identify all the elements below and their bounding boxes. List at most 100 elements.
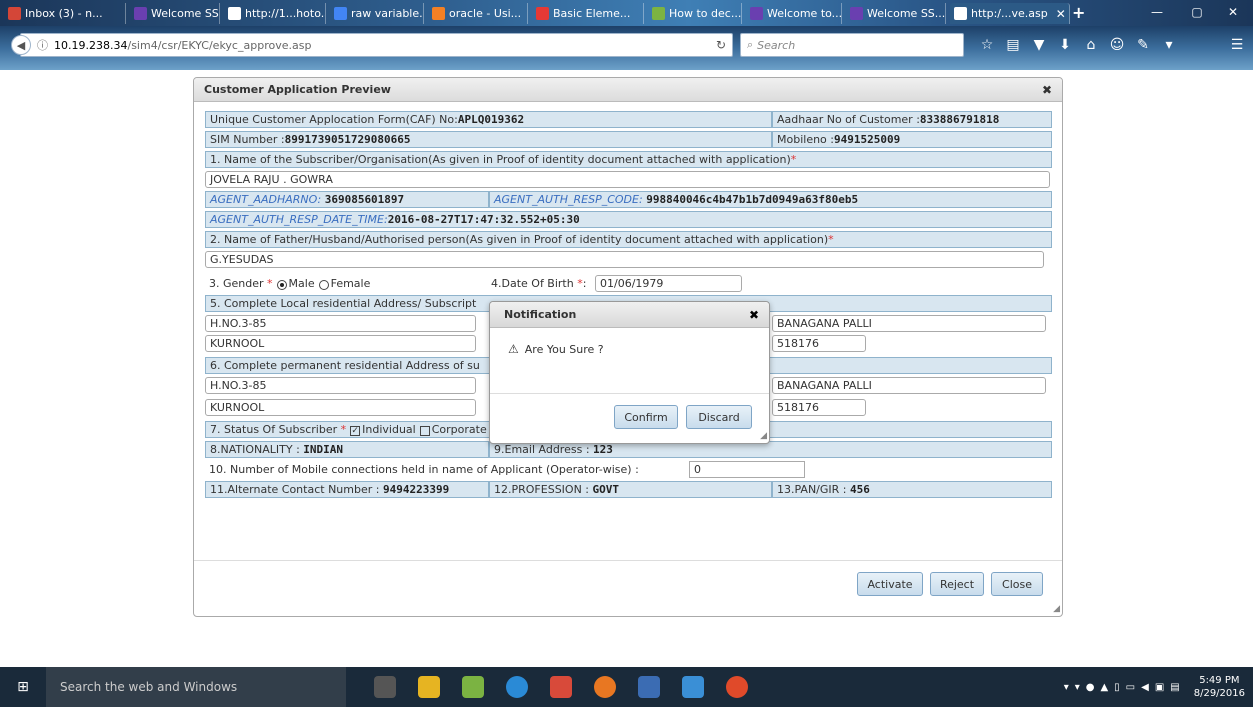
browser-tab[interactable]: Inbox (3) - n... [4, 3, 126, 24]
menu-icon[interactable]: ☰ [1228, 36, 1246, 54]
close-tab-icon[interactable]: ✕ [1056, 7, 1066, 21]
maximize-button[interactable]: ▢ [1180, 0, 1214, 24]
app-icon-5[interactable] [726, 676, 748, 698]
home-icon[interactable]: ⌂ [1082, 36, 1100, 54]
search-placeholder: Search [757, 38, 796, 52]
new-tab-button[interactable]: + [1072, 3, 1085, 22]
local-district-field[interactable]: KURNOOL [205, 335, 476, 352]
sim-value: 8991739051729080665 [284, 133, 411, 146]
browser-tab[interactable]: Welcome SS... [846, 3, 946, 24]
minimize-button[interactable]: — [1140, 0, 1174, 24]
discard-button[interactable]: Discard [686, 405, 752, 429]
browser-tab[interactable]: How to dec... [648, 3, 742, 24]
alt-label: 11.Alternate Contact Number : [210, 483, 380, 496]
activate-button[interactable]: Activate [857, 572, 923, 596]
browser-tab-strip: Inbox (3) - n... Welcome SS... http://1...… [0, 0, 1253, 26]
dialog-button-bar: Activate Reject Close ◢ [194, 560, 1062, 616]
local-city-field[interactable]: BANAGANA PALLI [772, 315, 1046, 332]
browser-tab[interactable]: http://1...hoto.asp [224, 3, 326, 24]
browser-tab[interactable]: Basic Eleme... [532, 3, 644, 24]
app-icon-3[interactable] [550, 676, 572, 698]
tab-label: http://1...hoto.asp [245, 7, 325, 20]
tray-icons[interactable]: ▾▾●▲▯▭◀▣▤ [1064, 682, 1186, 693]
app-icon-4[interactable] [682, 676, 704, 698]
gender-male-radio[interactable] [276, 279, 287, 290]
extension-icon[interactable]: ✎ [1134, 36, 1152, 54]
nationality-cell: 8.NATIONALITY : INDIAN [205, 441, 489, 458]
reject-button[interactable]: Reject [930, 572, 984, 596]
dialog-title: Customer Application Preview [194, 78, 1062, 102]
alt-value: 9494223399 [382, 483, 450, 496]
app-icon-1[interactable] [462, 676, 484, 698]
agent-resp-dt-value: 2016-08-27T17:47:32.552+05:30 [387, 213, 580, 226]
browser-tab[interactable]: http:/...ve.asp ✕ [950, 3, 1070, 24]
notification-close-icon[interactable]: ✖ [749, 308, 759, 322]
individual-checkbox[interactable]: ✓ [350, 425, 361, 436]
tab-favicon-icon [134, 7, 147, 20]
father-name-field[interactable]: G.YESUDAS [205, 251, 1044, 268]
warning-icon: ⚠ [508, 342, 519, 356]
taskbar-search-box[interactable]: Search the web and Windows [46, 667, 346, 707]
q5-label: 5. Complete Local residential Address/ S… [210, 297, 477, 310]
url-bar[interactable]: ◀ ⓘ 10.19.238.34/sim4/csr/EKYC/ekyc_appr… [11, 33, 733, 57]
clock[interactable]: 5:49 PM 8/29/2016 [1194, 674, 1245, 700]
corporate-label: Corporate [431, 423, 487, 436]
gender-label: 3. Gender [209, 277, 264, 290]
required-marker: * [340, 423, 347, 436]
q1-label: 1. Name of the Subscriber/Organisation(A… [210, 153, 791, 166]
required-marker: * [790, 153, 797, 166]
bookmark-star-icon[interactable]: ☆ [978, 36, 996, 54]
email-label: 9.Email Address : [494, 443, 590, 456]
local-pin-field[interactable]: 518176 [772, 335, 866, 352]
smiley-icon[interactable]: ☺ [1108, 36, 1126, 54]
dob-field[interactable]: 01/06/1979 [595, 275, 742, 292]
info-icon[interactable]: ⓘ [37, 37, 48, 53]
browser-tab[interactable]: Welcome SS... [130, 3, 220, 24]
search-input[interactable]: ⌕ Search [740, 33, 964, 57]
tab-label: http:/...ve.asp [971, 7, 1048, 20]
browser-tab[interactable]: raw variable... [330, 3, 424, 24]
permanent-district-field[interactable]: KURNOOL [205, 399, 476, 416]
mobile-connections-field[interactable]: 0 [689, 461, 805, 478]
dialog-close-icon[interactable]: ✖ [1042, 83, 1052, 97]
agent-resp-datetime-cell: AGENT_AUTH_RESP_DATE_TIME: 2016-08-27T17:… [205, 211, 1052, 228]
task-view-icon[interactable] [374, 676, 396, 698]
required-marker: * [828, 233, 834, 246]
father-name-heading: 2. Name of Father/Husband/Authorised per… [205, 231, 1052, 248]
subscriber-name-field[interactable]: JOVELA RAJU . GOWRA [205, 171, 1050, 188]
word-icon[interactable] [638, 676, 660, 698]
windows-start-icon[interactable]: ⊞ [0, 667, 46, 707]
permanent-city-field[interactable]: BANAGANA PALLI [772, 377, 1046, 394]
required-marker: * [577, 277, 583, 290]
sim-label: SIM Number : [210, 133, 285, 146]
gender-female-radio[interactable] [318, 279, 329, 290]
back-arrow-icon[interactable]: ◀ [11, 35, 31, 55]
reload-icon[interactable]: ↻ [716, 38, 726, 52]
confirm-button[interactable]: Confirm [614, 405, 678, 429]
resize-handle-icon[interactable]: ◢ [1053, 604, 1060, 614]
firefox-icon[interactable] [594, 676, 616, 698]
pan-value: 456 [850, 483, 870, 496]
permanent-address-line1-field[interactable]: H.NO.3-85 [205, 377, 476, 394]
tab-label: raw variable... [351, 7, 424, 20]
prof-value: GOVT [592, 483, 620, 496]
reading-list-icon[interactable]: ▤ [1004, 36, 1022, 54]
caf-number-cell: Unique Customer Applocation Form(CAF) No… [205, 111, 772, 128]
browser-tab[interactable]: Welcome to... [746, 3, 842, 24]
local-address-line1-field[interactable]: H.NO.3-85 [205, 315, 476, 332]
close-window-button[interactable]: ✕ [1216, 0, 1250, 24]
nationality-value: INDIAN [303, 443, 344, 456]
file-explorer-icon[interactable] [418, 676, 440, 698]
dropdown-chevron-icon[interactable]: ▾ [1160, 36, 1178, 54]
agent-aadhar-label: AGENT_AADHARNO: [210, 193, 322, 206]
pocket-icon[interactable]: ▼ [1030, 36, 1048, 54]
resize-handle-icon[interactable]: ◢ [760, 431, 767, 441]
browser-tab[interactable]: oracle - Usi... [428, 3, 528, 24]
close-button[interactable]: Close [991, 572, 1043, 596]
app-icon-2[interactable] [506, 676, 528, 698]
permanent-pin-field[interactable]: 518176 [772, 399, 866, 416]
tab-label: How to dec... [669, 7, 742, 20]
caf-label: Unique Customer Applocation Form(CAF) No… [210, 113, 458, 126]
corporate-checkbox[interactable] [419, 425, 430, 436]
download-icon[interactable]: ⬇ [1056, 36, 1074, 54]
